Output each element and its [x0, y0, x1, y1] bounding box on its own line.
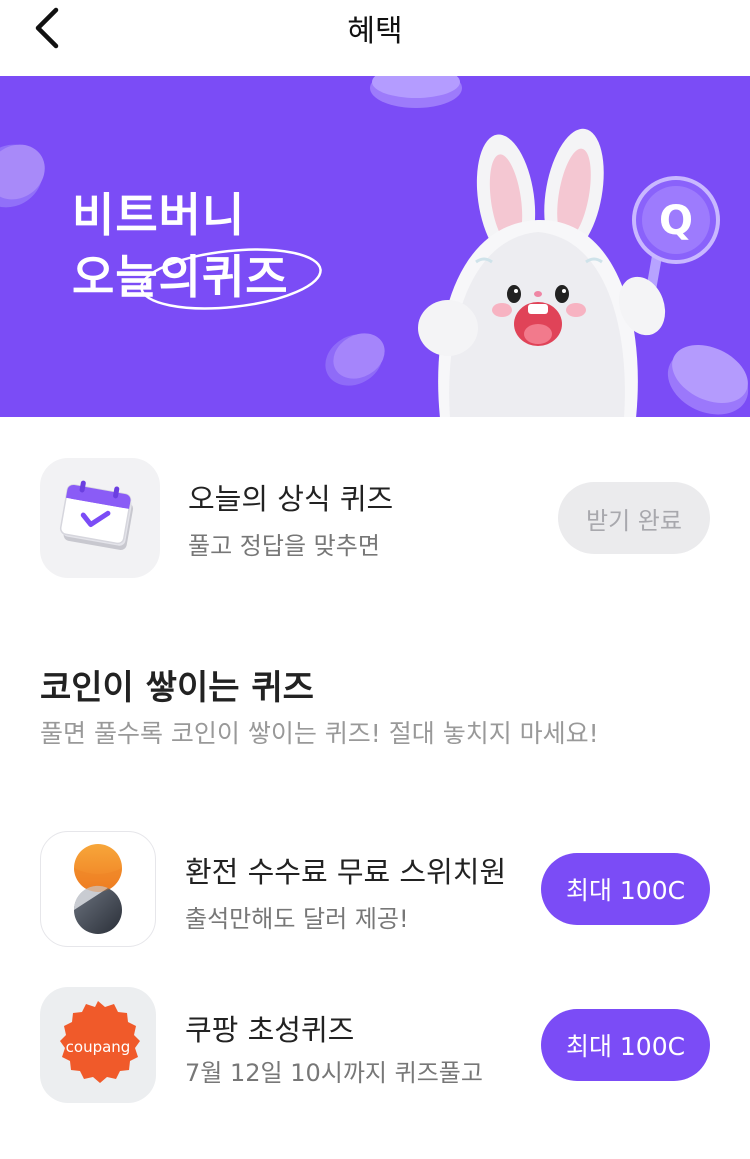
quiz-item-title: 쿠팡 초성퀴즈	[185, 1013, 355, 1047]
quiz-banner[interactable]: 비트버니 오늘의퀴즈 Q	[0, 76, 750, 417]
max-reward-button[interactable]: 최대 100C	[541, 853, 710, 925]
list-item[interactable]: 환전 수수료 무료 스위치원 출석만해도 달러 제공! 최대 100C	[0, 831, 750, 949]
page-title: 혜택	[347, 14, 403, 49]
reward-claimed-button[interactable]: 받기 완료	[558, 482, 710, 554]
daily-quiz-subtitle: 풀고 정답을 맞추면	[188, 532, 380, 560]
coin-decoration-icon	[325, 333, 385, 386]
daily-quiz-row: 오늘의 상식 퀴즈 풀고 정답을 맞추면 받기 완료	[0, 458, 750, 578]
svg-text:coupang: coupang	[66, 1038, 131, 1056]
max-reward-button[interactable]: 최대 100C	[541, 1009, 710, 1081]
list-item[interactable]: coupang 쿠팡 초성퀴즈 7월 12일 10시까지 퀴즈풀고 최대 100…	[0, 987, 750, 1105]
daily-quiz-title: 오늘의 상식 퀴즈	[188, 482, 394, 516]
quiz-item-subtitle: 출석만해도 달러 제공!	[185, 905, 409, 933]
coupang-icon-box: coupang	[40, 987, 156, 1103]
section-subtitle: 풀면 풀수록 코인이 쌓이는 퀴즈! 절대 놓치지 마세요!	[40, 719, 599, 748]
calendar-check-icon	[59, 480, 134, 551]
coupang-logo-icon: coupang	[60, 1001, 140, 1083]
coin-decoration-icon	[370, 76, 462, 108]
banner-line1: 비트버니	[72, 188, 246, 242]
svg-text:Q: Q	[659, 198, 693, 244]
top-header: 혜택	[0, 0, 750, 76]
section-title: 코인이 쌓이는 퀴즈	[40, 668, 314, 708]
coin-decoration-icon	[0, 144, 45, 208]
switchone-logo-icon	[73, 844, 122, 934]
highlight-ellipse-icon	[140, 248, 322, 310]
daily-quiz-icon-box	[40, 458, 160, 578]
quiz-item-subtitle: 7월 12일 10시까지 퀴즈풀고	[185, 1059, 483, 1087]
switchone-icon-box	[40, 831, 156, 947]
bunny-mascot-icon: Q	[418, 128, 720, 417]
quiz-item-title: 환전 수수료 무료 스위치원	[185, 855, 507, 889]
